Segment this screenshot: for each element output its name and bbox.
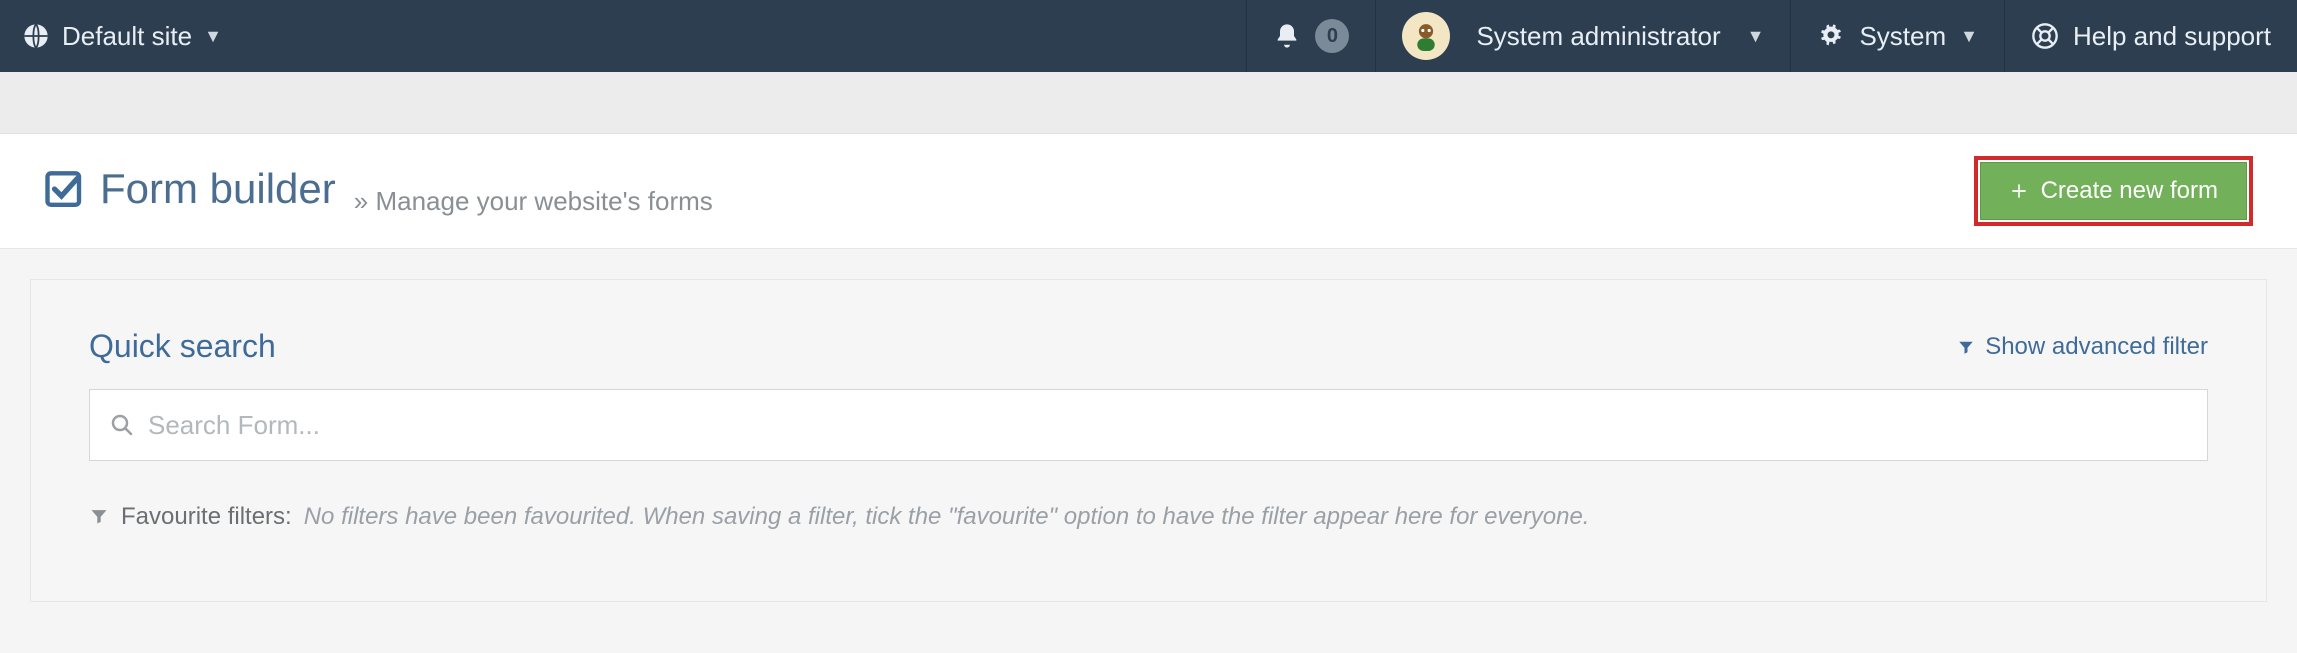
subtitle-prefix: » bbox=[354, 186, 368, 216]
show-advanced-filter-link[interactable]: Show advanced filter bbox=[1957, 333, 2208, 361]
help-label: Help and support bbox=[2073, 21, 2271, 52]
page-header: Form builder » Manage your website's for… bbox=[0, 134, 2297, 249]
create-button-label: Create new form bbox=[2041, 177, 2218, 205]
search-input[interactable] bbox=[148, 410, 2187, 441]
notifications[interactable]: 0 bbox=[1246, 0, 1375, 72]
lifebuoy-icon bbox=[2031, 22, 2059, 50]
system-label: System bbox=[1859, 21, 1946, 52]
favourite-filters-empty-text: No filters have been favourited. When sa… bbox=[304, 503, 1590, 531]
page-title-text: Form builder bbox=[100, 165, 336, 213]
panel-head: Quick search Show advanced filter bbox=[89, 328, 2208, 365]
advanced-filter-label: Show advanced filter bbox=[1985, 333, 2208, 361]
notification-count-badge: 0 bbox=[1315, 19, 1349, 53]
quick-search-panel: Quick search Show advanced filter Favour… bbox=[30, 279, 2267, 602]
topbar: Default site ▼ 0 System administrator ▼ … bbox=[0, 0, 2297, 72]
system-menu[interactable]: System ▼ bbox=[1790, 0, 2004, 72]
create-new-form-button[interactable]: Create new form bbox=[1980, 162, 2247, 220]
caret-down-icon: ▼ bbox=[204, 26, 222, 47]
create-button-highlight: Create new form bbox=[1974, 156, 2253, 226]
filter-icon bbox=[1957, 338, 1975, 356]
page-title-wrap: Form builder » Manage your website's for… bbox=[44, 165, 713, 217]
globe-icon bbox=[22, 22, 50, 50]
search-icon bbox=[110, 413, 134, 437]
page-subtitle: » Manage your website's forms bbox=[354, 186, 713, 217]
avatar bbox=[1402, 12, 1450, 60]
search-box[interactable] bbox=[89, 389, 2208, 461]
caret-down-icon: ▼ bbox=[1747, 26, 1765, 47]
favourite-filters-row: Favourite filters: No filters have been … bbox=[89, 503, 2208, 531]
checkbox-checked-icon bbox=[44, 168, 86, 210]
filter-icon bbox=[89, 504, 109, 524]
bell-icon bbox=[1273, 22, 1301, 50]
content-area: Quick search Show advanced filter Favour… bbox=[0, 249, 2297, 632]
favourite-filters-label: Favourite filters: bbox=[121, 503, 292, 531]
gears-icon bbox=[1817, 22, 1845, 50]
site-label: Default site bbox=[62, 21, 192, 52]
page-title: Form builder bbox=[44, 165, 336, 213]
help-menu[interactable]: Help and support bbox=[2004, 0, 2297, 72]
subtitle-text: Manage your website's forms bbox=[375, 186, 712, 216]
caret-down-icon: ▼ bbox=[1960, 26, 1978, 47]
user-label: System administrator bbox=[1476, 21, 1720, 52]
site-picker[interactable]: Default site ▼ bbox=[0, 0, 244, 72]
quick-search-title: Quick search bbox=[89, 328, 276, 365]
user-menu[interactable]: System administrator ▼ bbox=[1375, 0, 1790, 72]
topbar-spacer bbox=[244, 0, 1247, 72]
plus-icon bbox=[2009, 181, 2029, 201]
secondary-bar bbox=[0, 72, 2297, 134]
